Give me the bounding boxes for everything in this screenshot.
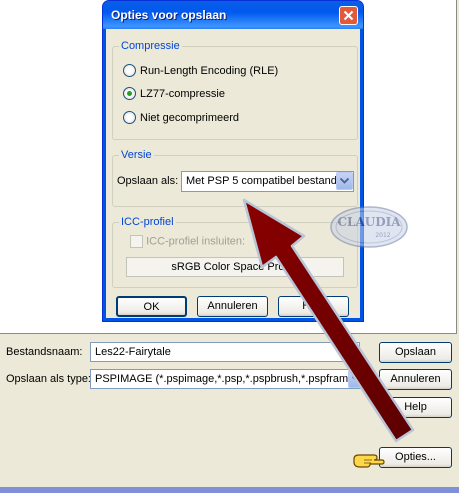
radio-uncompressed[interactable]: Niet gecomprimeerd bbox=[123, 111, 239, 124]
options-button[interactable]: Opties... bbox=[379, 447, 452, 468]
save-type-label: Opslaan als type: bbox=[6, 373, 91, 385]
radio-button[interactable] bbox=[123, 111, 136, 124]
radio-uncompressed-label: Niet gecomprimeerd bbox=[140, 111, 240, 124]
options-title: Opties voor opslaan bbox=[111, 8, 227, 22]
icc-group: ICC-profiel bbox=[112, 216, 358, 288]
save-button[interactable]: Opslaan bbox=[379, 342, 452, 363]
options-titlebar[interactable]: Opties voor opslaan bbox=[103, 1, 363, 29]
version-select-value: Met PSP 5 compatibel bestand bbox=[186, 175, 337, 187]
compression-group-title: Compressie bbox=[119, 40, 182, 52]
icc-profile-button[interactable]: sRGB Color Space Profile bbox=[126, 257, 344, 277]
save-as-label: Opslaan als: bbox=[117, 175, 179, 187]
options-dialog: Opties voor opslaan Compressie Run-Lengt… bbox=[102, 0, 364, 322]
options-client-area: Compressie Run-Length Encoding (RLE) LZ7… bbox=[106, 29, 360, 318]
version-dropdown-button[interactable] bbox=[336, 172, 353, 190]
filename-input[interactable]: Les22-Fairytale bbox=[90, 342, 360, 362]
version-group-title: Versie bbox=[119, 149, 154, 161]
claudia-watermark-logo: CLAUDIA 2012 bbox=[330, 206, 408, 248]
radio-lz77-label: LZ77-compressie bbox=[140, 87, 225, 100]
radio-rle-label: Run-Length Encoding (RLE) bbox=[140, 64, 279, 77]
radio-lz77[interactable]: LZ77-compressie bbox=[123, 87, 225, 100]
radio-rle[interactable]: Run-Length Encoding (RLE) bbox=[123, 64, 278, 77]
options-cancel-button[interactable]: Annuleren bbox=[197, 296, 268, 317]
watermark-year: 2012 bbox=[375, 232, 390, 239]
options-help-button[interactable]: Help bbox=[278, 296, 349, 317]
cancel-button[interactable]: Annuleren bbox=[379, 369, 452, 390]
compression-group: Compressie Run-Length Encoding (RLE) LZ7… bbox=[112, 40, 358, 140]
pointing-hand-icon bbox=[353, 454, 385, 468]
version-select[interactable]: Met PSP 5 compatibel bestand bbox=[181, 171, 354, 192]
icc-embed-label: ICC-profiel insluiten: bbox=[146, 235, 246, 248]
close-icon bbox=[343, 10, 354, 21]
chevron-down-icon bbox=[352, 376, 361, 382]
radio-button[interactable] bbox=[123, 64, 136, 77]
save-type-value: PSPIMAGE (*.pspimage,*.psp,*.pspbrush,*.… bbox=[95, 373, 362, 385]
save-type-select[interactable]: PSPIMAGE (*.pspimage,*.psp,*.pspbrush,*.… bbox=[90, 369, 366, 389]
icc-group-title: ICC-profiel bbox=[119, 216, 176, 228]
checkbox[interactable] bbox=[130, 235, 143, 248]
icc-embed-checkbox[interactable]: ICC-profiel insluiten: bbox=[130, 235, 245, 248]
radio-button-selected[interactable] bbox=[123, 87, 136, 100]
chevron-down-icon bbox=[340, 178, 349, 184]
ok-button[interactable]: OK bbox=[116, 296, 187, 317]
close-button[interactable] bbox=[339, 6, 358, 25]
options-button-label: Opties... bbox=[395, 451, 436, 463]
version-group: Versie Opslaan als: Met PSP 5 compatibel… bbox=[112, 149, 358, 207]
help-button[interactable]: Help bbox=[379, 397, 452, 418]
save-type-dropdown-button[interactable] bbox=[348, 370, 365, 388]
filename-label: Bestandsnaam: bbox=[6, 346, 83, 358]
watermark-text: CLAUDIA bbox=[337, 215, 401, 229]
taskbar-strip bbox=[0, 487, 459, 493]
